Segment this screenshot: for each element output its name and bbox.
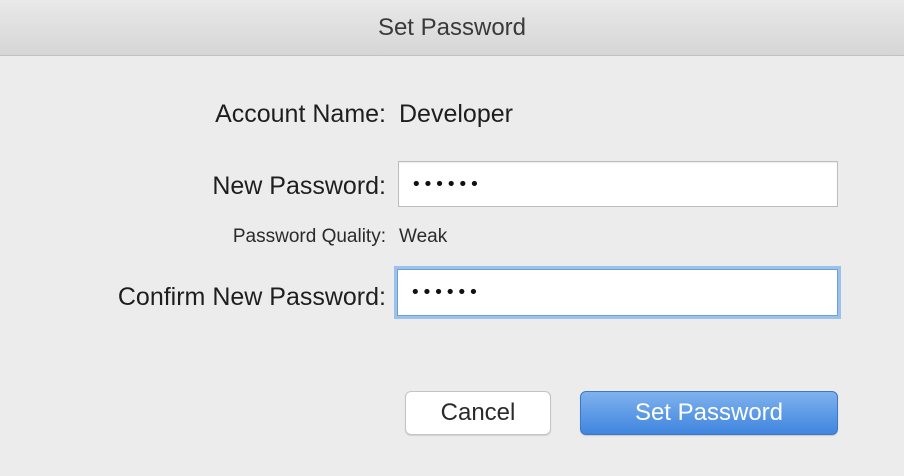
account-name-value: Developer	[399, 100, 513, 128]
password-quality-value: Weak	[399, 226, 448, 247]
cancel-button[interactable]: Cancel	[405, 391, 551, 435]
new-password-label: New Password:	[212, 172, 386, 200]
set-password-button[interactable]: Set Password	[580, 391, 838, 435]
window-title: Set Password	[377, 14, 527, 41]
confirm-password-field[interactable]: ••••••	[397, 269, 838, 316]
password-quality-label: Password Quality:	[232, 226, 386, 247]
account-name-label: Account Name:	[215, 100, 386, 128]
confirm-password-label: Confirm New Password:	[117, 283, 386, 311]
set-password-dialog: Set Password Account Name: Developer New…	[0, 0, 904, 476]
title-bar: Set Password	[0, 0, 904, 56]
new-password-field[interactable]: ••••••	[398, 161, 838, 207]
